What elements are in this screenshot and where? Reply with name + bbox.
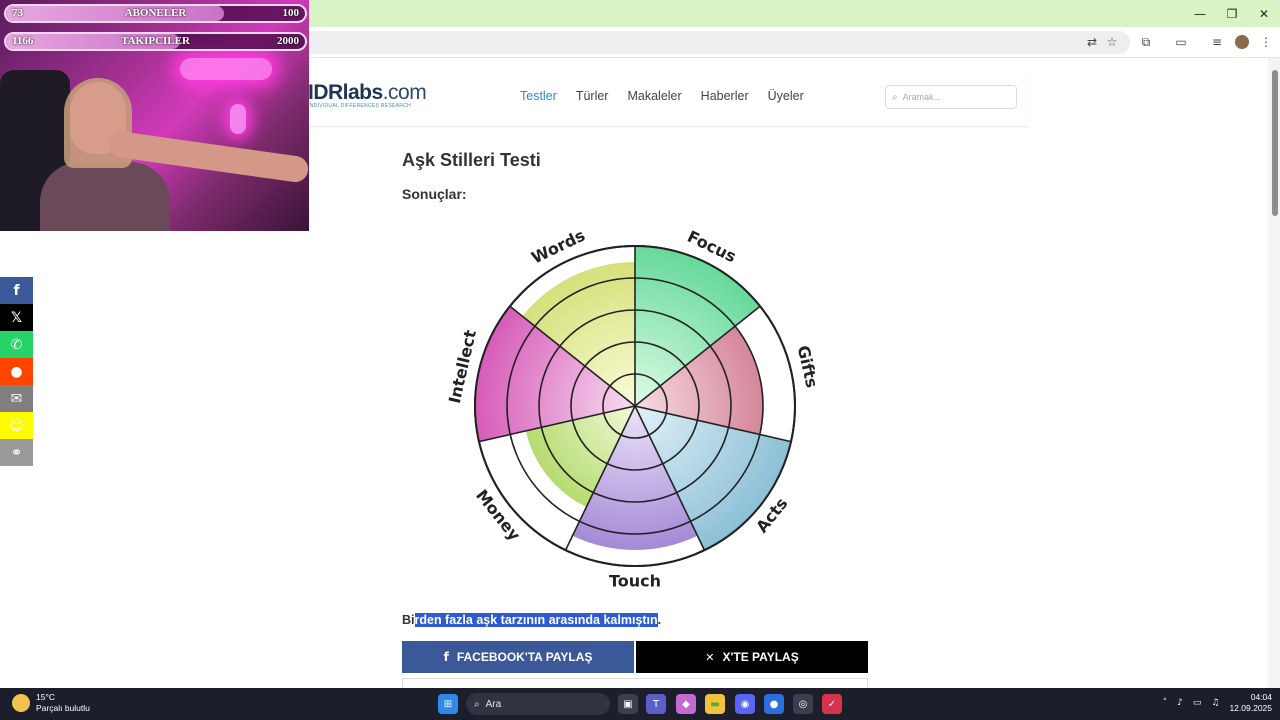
system-tray: ˄ ♪ ▭ ♫ 04:04 12.09.2025 [1163, 692, 1272, 714]
subscribers-goal: 100 [282, 7, 300, 19]
x-share-button[interactable]: ✕ X'TE PAYLAŞ [636, 641, 868, 673]
x-share-button[interactable]: 𝕏 [0, 304, 33, 331]
taskbar-search-label: Ara [485, 698, 502, 710]
maximize-button[interactable]: ❐ [1216, 0, 1248, 27]
reading-mode-icon[interactable]: ▭ [1172, 33, 1190, 51]
windows-taskbar: 15°C Parçalı bulutlu ⊞ ⌕ Ara ▣ T ◆ ▬ ◉ ●… [0, 688, 1280, 720]
label-touch: Touch [609, 572, 661, 589]
nav-item-uyeler[interactable]: Üyeler [768, 89, 804, 103]
window-controls: — ❐ ✕ [1184, 0, 1280, 27]
scrollbar-thumb[interactable] [1272, 70, 1278, 216]
task-view-icon[interactable]: ▣ [618, 694, 638, 714]
result-prefix: Bi [402, 613, 415, 627]
link-icon: ⚭ [10, 444, 23, 461]
close-button[interactable]: ✕ [1248, 0, 1280, 27]
webcam-overlay: ABONELER 73 100 TAKIPCILER 1166 2000 [0, 0, 309, 231]
chrome-icon[interactable]: ● [764, 694, 784, 714]
logo-ext: .com [382, 81, 427, 104]
teams-icon[interactable]: T [646, 694, 666, 714]
clock[interactable]: 04:04 12.09.2025 [1229, 692, 1272, 714]
x-icon: 𝕏 [10, 309, 23, 326]
link-share-button[interactable]: ⚭ [0, 439, 33, 466]
nav-item-turler[interactable]: Türler [576, 89, 609, 103]
microphone-icon[interactable]: ♪ [1177, 698, 1183, 708]
facebook-share-label: FACEBOOK'TA PAYLAŞ [456, 650, 593, 664]
copilot-icon[interactable]: ◆ [676, 694, 696, 714]
reddit-icon: ● [10, 363, 23, 380]
nav-item-testler[interactable]: Testler [520, 89, 557, 103]
snapchat-share-button[interactable]: ☺ [0, 412, 33, 439]
file-explorer-icon[interactable]: ▬ [705, 694, 725, 714]
weather-description: Parçalı bulutlu [36, 703, 90, 713]
profile-avatar[interactable] [1233, 33, 1251, 51]
followers-bar: TAKIPCILER 1166 2000 [4, 32, 307, 51]
taskbar-search[interactable]: ⌕ Ara [466, 693, 610, 715]
site-header: IDRlabs.com INDIVIDUAL DIFFERENCES RESEA… [300, 67, 1028, 127]
site-logo[interactable]: IDRlabs.com INDIVIDUAL DIFFERENCES RESEA… [308, 81, 427, 109]
page-scrollbar[interactable] [1268, 58, 1280, 688]
page-title: Aşk Stilleri Testi [402, 150, 541, 170]
bookmark-star-icon[interactable]: ☆ [1103, 33, 1121, 51]
translate-icon[interactable]: ⇄ [1083, 33, 1101, 51]
weather-widget[interactable]: 15°C Parçalı bulutlu [12, 692, 90, 714]
email-share-button[interactable]: ✉ [0, 385, 33, 412]
facebook-icon: f [13, 282, 20, 299]
start-icon[interactable]: ⊞ [438, 694, 458, 714]
search-icon: ⌕ [892, 91, 898, 103]
x-icon: ✕ [705, 650, 715, 664]
logo-subtitle: INDIVIDUAL DIFFERENCES RESEARCH [308, 103, 412, 109]
media-control-icon[interactable]: ≡ [1208, 33, 1226, 51]
nav-item-haberler[interactable]: Haberler [701, 89, 749, 103]
x-share-label: X'TE PAYLAŞ [722, 650, 799, 664]
secondary-share-button[interactable] [402, 678, 868, 688]
clock-time: 04:04 [1250, 692, 1272, 702]
partly-cloudy-icon [12, 694, 30, 712]
temperature: 15°C [36, 692, 55, 702]
snapchat-icon: ☺ [9, 417, 24, 434]
search-input[interactable]: ⌕ Aramak... [885, 85, 1017, 109]
network-icon[interactable]: ▭ [1193, 698, 1202, 708]
volume-icon[interactable]: ♫ [1211, 698, 1219, 708]
followers-label: TAKIPCILER [121, 35, 190, 47]
neon-light [230, 104, 246, 134]
search-placeholder: Aramak... [902, 92, 942, 102]
facebook-share-button[interactable]: f FACEBOOK'TA PAYLAŞ [402, 641, 634, 673]
social-share-sidebar: f 𝕏 ✆ ● ✉ ☺ ⚭ [0, 277, 33, 466]
extensions-icon[interactable]: ⧉ [1137, 33, 1155, 51]
followers-goal: 2000 [277, 35, 299, 47]
browser-menu-icon[interactable]: ⋮ [1257, 33, 1275, 51]
facebook-share-button[interactable]: f [0, 277, 33, 304]
result-selected-text: rden fazla aşk tarzının arasında kalmışt… [414, 613, 658, 627]
logo-main: IDRlabs [308, 81, 383, 104]
subscribers-label: ABONELER [124, 7, 187, 19]
main-nav: Testler Türler Makaleler Haberler Üyeler [520, 89, 804, 103]
whatsapp-icon: ✆ [10, 336, 23, 353]
label-gifts: Gifts [794, 344, 822, 390]
chevron-up-icon[interactable]: ˄ [1163, 698, 1168, 708]
result-text: Birden fazla aşk tarzının arasında kalmı… [402, 613, 661, 627]
subscribers-bar: ABONELER 73 100 [4, 4, 307, 23]
clock-date: 12.09.2025 [1229, 703, 1272, 713]
minimize-button[interactable]: — [1184, 0, 1216, 27]
discord-icon[interactable]: ◉ [735, 694, 755, 714]
result-suffix: . [657, 613, 662, 627]
love-styles-chart: FocusGiftsActsTouchMoneyIntellectWords [445, 226, 822, 589]
subscribers-count: 73 [12, 7, 23, 19]
search-icon: ⌕ [474, 698, 480, 710]
pocket-icon[interactable]: ✓ [822, 694, 842, 714]
app-icon[interactable]: ◎ [793, 694, 813, 714]
facebook-icon: f [443, 650, 449, 664]
reddit-share-button[interactable]: ● [0, 358, 33, 385]
neon-sign [180, 58, 272, 80]
email-icon: ✉ [10, 390, 23, 407]
followers-count: 1166 [12, 35, 34, 47]
results-label: Sonuçlar: [402, 186, 467, 202]
whatsapp-share-button[interactable]: ✆ [0, 331, 33, 358]
address-bar[interactable] [300, 31, 1130, 54]
nav-item-makaleler[interactable]: Makaleler [627, 89, 681, 103]
